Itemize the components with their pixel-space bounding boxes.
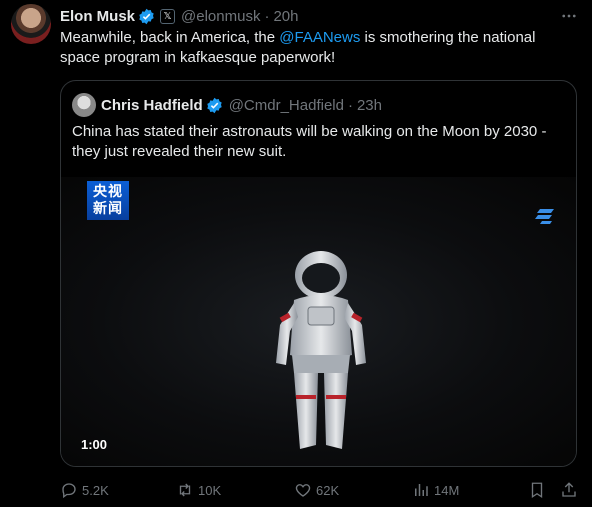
author-handle[interactable]: @elonmusk bbox=[181, 8, 260, 25]
logo-line: 央视 bbox=[93, 183, 123, 199]
reply-count: 5.2K bbox=[82, 482, 109, 498]
tweet-time[interactable]: 20h bbox=[273, 8, 298, 25]
video-duration: 1:00 bbox=[81, 437, 108, 452]
tweet-text: Meanwhile, back in America, the @FAANews… bbox=[60, 28, 560, 68]
heart-icon bbox=[295, 484, 311, 497]
tweet-text-part: Meanwhile, back in America, the bbox=[60, 29, 280, 46]
quoted-avatar[interactable] bbox=[72, 93, 96, 117]
cms-logo-icon bbox=[535, 209, 554, 224]
spacesuit-image bbox=[276, 251, 366, 449]
quoted-header: Chris Hadfield @Cmdr_Hadfield · 23h bbox=[101, 95, 382, 115]
like-button[interactable]: 62K bbox=[294, 480, 339, 500]
separator-dot: · bbox=[347, 96, 353, 114]
quoted-tweet[interactable]: Chris Hadfield @Cmdr_Hadfield · 23h Chin… bbox=[60, 80, 577, 467]
verified-badge-icon bbox=[207, 97, 222, 113]
more-options-icon[interactable] bbox=[560, 7, 578, 25]
repost-button[interactable]: 10K bbox=[176, 480, 221, 500]
quoted-author-name[interactable]: Chris Hadfield bbox=[101, 97, 203, 114]
tweet[interactable]: Elon Musk 𝕏 @elonmusk · 20h Meanwhile, b… bbox=[0, 0, 592, 507]
like-count: 62K bbox=[316, 482, 340, 498]
quoted-time[interactable]: 23h bbox=[357, 97, 382, 114]
verified-badge-icon bbox=[139, 8, 154, 24]
views-count: 14M bbox=[434, 482, 460, 498]
reply-icon bbox=[62, 483, 76, 499]
logo-line: 新闻 bbox=[93, 200, 123, 216]
share-icon[interactable] bbox=[560, 481, 578, 499]
video-player[interactable]: 央视 新闻 1:00 bbox=[61, 177, 576, 466]
author-name[interactable]: Elon Musk bbox=[60, 8, 135, 25]
repost-icon bbox=[179, 483, 191, 497]
mention-link[interactable]: @FAANews bbox=[279, 29, 360, 46]
separator-dot: · bbox=[264, 7, 270, 25]
avatar[interactable] bbox=[11, 4, 51, 44]
repost-count: 10K bbox=[198, 482, 222, 498]
views-bar-chart-icon bbox=[415, 484, 428, 496]
cctv-news-logo: 央视 新闻 bbox=[87, 181, 129, 220]
views-button[interactable]: 14M bbox=[412, 480, 459, 500]
quoted-text: China has stated their astronauts will b… bbox=[72, 123, 547, 160]
tweet-header: Elon Musk 𝕏 @elonmusk · 20h bbox=[60, 6, 298, 26]
x-logo-icon: 𝕏 bbox=[160, 8, 176, 24]
bookmark-icon[interactable] bbox=[528, 481, 546, 499]
action-bar: 5.2K 10K 62K 14M bbox=[60, 480, 580, 500]
quoted-author-handle[interactable]: @Cmdr_Hadfield bbox=[229, 97, 344, 114]
reply-button[interactable]: 5.2K bbox=[60, 480, 109, 500]
